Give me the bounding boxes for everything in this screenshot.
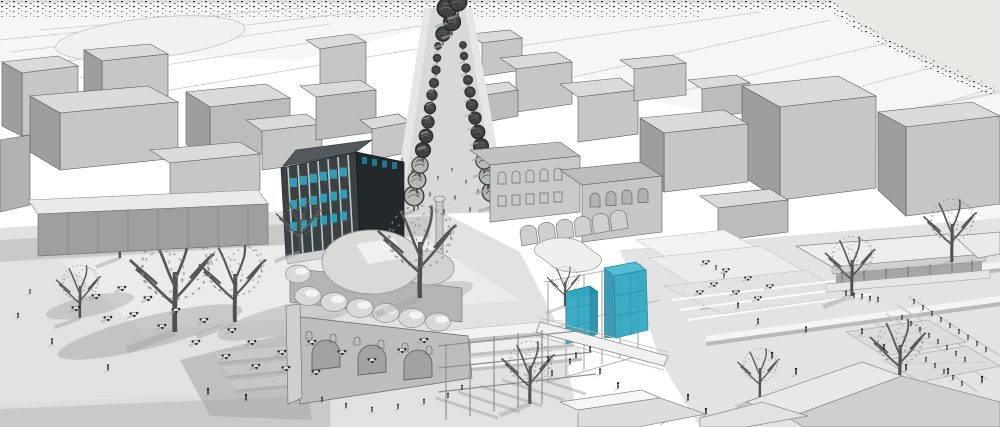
render-viewport: Aerial perspective render of an urban de… (0, 0, 1000, 427)
dome (295, 287, 322, 306)
horizon-texture2 (0, 10, 700, 17)
dome (285, 265, 310, 283)
glass-box-large (604, 262, 648, 338)
horizon-texture (0, 1, 834, 10)
historic-facade (490, 156, 580, 222)
dome (347, 299, 374, 318)
dome (425, 313, 450, 331)
dome (399, 309, 426, 328)
mosque-pylon (286, 304, 302, 404)
render-canvas (0, 0, 1000, 427)
dome (321, 293, 348, 312)
left-retail-building (28, 190, 268, 256)
